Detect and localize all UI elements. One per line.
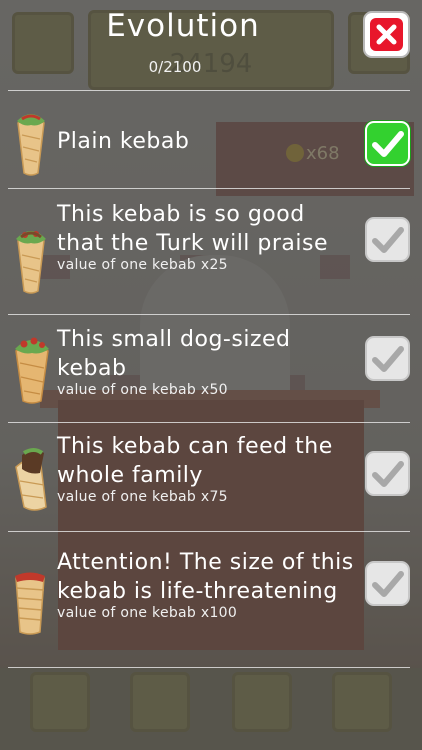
select-checkbox[interactable] xyxy=(365,451,410,496)
evolution-item: This small dog-sized kebab value of one … xyxy=(8,315,410,422)
select-checkbox[interactable] xyxy=(365,217,410,262)
evolution-item: Plain kebab xyxy=(8,91,410,188)
item-name: This kebab can feed the whole family xyxy=(57,434,333,488)
checkmark-icon xyxy=(372,461,404,487)
item-value: value of one kebab x100 xyxy=(57,605,238,621)
kebab-icon xyxy=(17,114,45,176)
item-name: This small dog-sized kebab xyxy=(57,327,291,381)
divider xyxy=(8,667,410,668)
kebab-icon xyxy=(15,572,45,635)
evolution-modal: Evolution 0/2100 Plain kebab This kebab … xyxy=(0,0,422,750)
evolution-progress: 0/2100 xyxy=(148,58,202,76)
evolution-item: This kebab is so good that the Turk will… xyxy=(8,189,410,314)
evolution-list: Plain kebab This kebab is so good that t… xyxy=(8,90,410,668)
kebab-icon xyxy=(15,337,49,404)
item-name: Plain kebab xyxy=(57,129,190,154)
kebab-icon xyxy=(15,448,47,511)
item-value: value of one kebab x50 xyxy=(57,382,228,398)
checkmark-icon xyxy=(372,131,404,157)
close-icon xyxy=(370,18,403,51)
evolution-item: Attention! The size of this kebab is lif… xyxy=(8,532,410,667)
item-value: value of one kebab x25 xyxy=(57,257,228,273)
kebab-icon xyxy=(16,231,46,294)
item-value: value of one kebab x75 xyxy=(57,489,228,505)
select-checkbox[interactable] xyxy=(365,121,410,166)
close-button[interactable] xyxy=(363,11,410,58)
select-checkbox[interactable] xyxy=(365,561,410,606)
modal-title: Evolution xyxy=(106,8,260,44)
checkmark-icon xyxy=(372,227,404,253)
checkmark-icon xyxy=(372,571,404,597)
select-checkbox[interactable] xyxy=(365,336,410,381)
checkmark-icon xyxy=(372,346,404,372)
evolution-item: This kebab can feed the whole family val… xyxy=(8,423,410,531)
item-name: Attention! The size of this kebab is lif… xyxy=(57,550,354,604)
item-name: This kebab is so good that the Turk will… xyxy=(57,202,329,256)
